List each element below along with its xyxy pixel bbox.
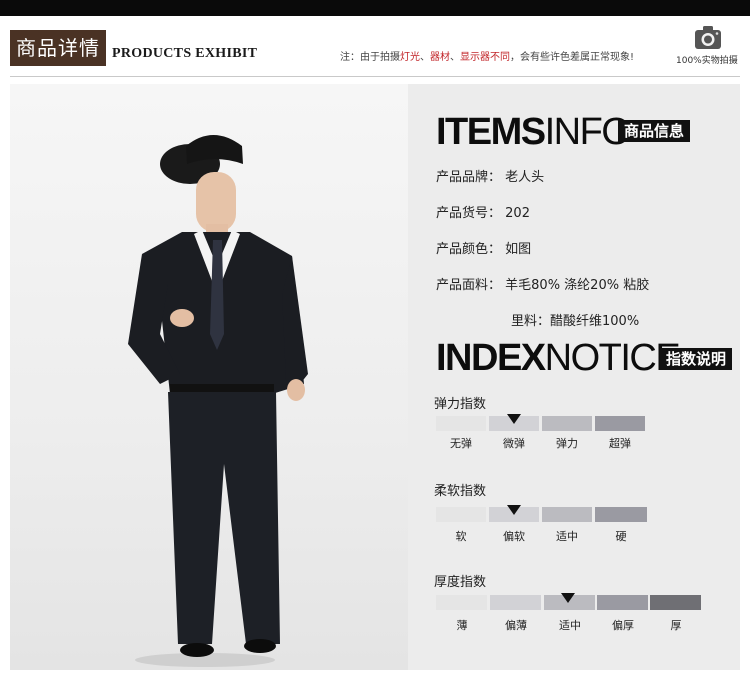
items-title-thin: INFO xyxy=(544,111,631,153)
scale-label: 偏薄 xyxy=(505,619,527,632)
scale-label: 无弹 xyxy=(450,437,472,450)
scale-segment xyxy=(597,595,648,610)
info-label: 产品面料： xyxy=(436,278,502,293)
note-suffix: ，会有些许色差属正常现象! xyxy=(510,52,635,63)
items-info-tag: 商品信息 xyxy=(618,120,691,142)
info-row-sku: 产品货号： 202 xyxy=(436,202,530,221)
scale-marker xyxy=(507,505,521,515)
scale-label: 超弹 xyxy=(609,437,631,450)
index-notice-title: INDEXNOTICE xyxy=(436,337,681,379)
items-title-bold: ITEMS xyxy=(436,111,546,153)
info-value: 202 xyxy=(505,206,530,221)
info-value: 老人头 xyxy=(505,170,545,185)
info-value: 羊毛80% 涤纶20% 粘胶 xyxy=(505,278,650,293)
scale-segment xyxy=(436,416,486,431)
scale-label: 弹力 xyxy=(556,437,578,450)
scale-label: 厚 xyxy=(670,619,682,632)
scale-title-elasticity: 弹力指数 xyxy=(434,397,487,412)
scale-marker xyxy=(507,414,521,424)
info-label: 产品品牌： xyxy=(436,170,502,185)
scale-label: 适中 xyxy=(556,530,578,543)
note-equipment: 器材 xyxy=(430,52,450,63)
scale-label: 偏厚 xyxy=(612,619,634,632)
scale-label: 薄 xyxy=(456,619,468,632)
scale-segment xyxy=(542,416,592,431)
section-badge: 商品详情 xyxy=(10,30,106,66)
info-label: 产品颜色： xyxy=(436,242,502,257)
scale-segment xyxy=(542,507,592,522)
info-value: 如图 xyxy=(505,242,532,257)
scale-segment xyxy=(490,595,541,610)
scale-label: 微弹 xyxy=(503,437,525,450)
section-subtitle: PRODUCTS EXHIBIT xyxy=(112,46,258,61)
scale-label: 软 xyxy=(455,530,467,543)
note-lighting: 灯光 xyxy=(400,52,420,63)
note-display: 显示器不同 xyxy=(460,52,510,63)
scale-marker xyxy=(561,593,575,603)
scale-title-softness: 柔软指数 xyxy=(434,484,487,499)
info-row-brand: 产品品牌： 老人头 xyxy=(436,166,544,185)
info-label: 里料： xyxy=(511,314,551,329)
camera-label: 100%实物拍摄 xyxy=(676,56,738,66)
scale-label: 适中 xyxy=(559,619,581,632)
scale-segment xyxy=(436,507,486,522)
scale-label: 偏软 xyxy=(503,530,525,543)
scale-segment xyxy=(595,507,647,522)
top-black-bar xyxy=(0,0,750,16)
info-row-lining: 里料：醋酸纤维100% xyxy=(511,310,639,329)
info-row-color: 产品颜色： 如图 xyxy=(436,238,531,257)
scale-segment xyxy=(436,595,487,610)
info-label: 产品货号： xyxy=(436,206,502,221)
note-sep2: 、 xyxy=(450,52,460,63)
index-notice-tag: 指数说明 xyxy=(660,348,733,370)
note-sep1: 、 xyxy=(420,52,430,63)
info-value: 醋酸纤维100% xyxy=(550,314,640,329)
scale-segment xyxy=(650,595,701,610)
product-photo xyxy=(10,84,408,670)
scale-segment xyxy=(595,416,645,431)
info-row-fabric: 产品面料： 羊毛80% 涤纶20% 粘胶 xyxy=(436,274,649,293)
items-info-title: ITEMSINFO xyxy=(436,111,631,153)
scale-label: 硬 xyxy=(615,530,627,543)
color-disclaimer: 注：由于拍摄灯光、器材、显示器不同，会有些许色差属正常现象! xyxy=(340,48,634,63)
index-title-bold: INDEX xyxy=(436,337,546,379)
note-prefix: 注：由于拍摄 xyxy=(340,52,400,63)
scale-title-thickness: 厚度指数 xyxy=(434,575,487,590)
header-divider xyxy=(10,76,740,77)
